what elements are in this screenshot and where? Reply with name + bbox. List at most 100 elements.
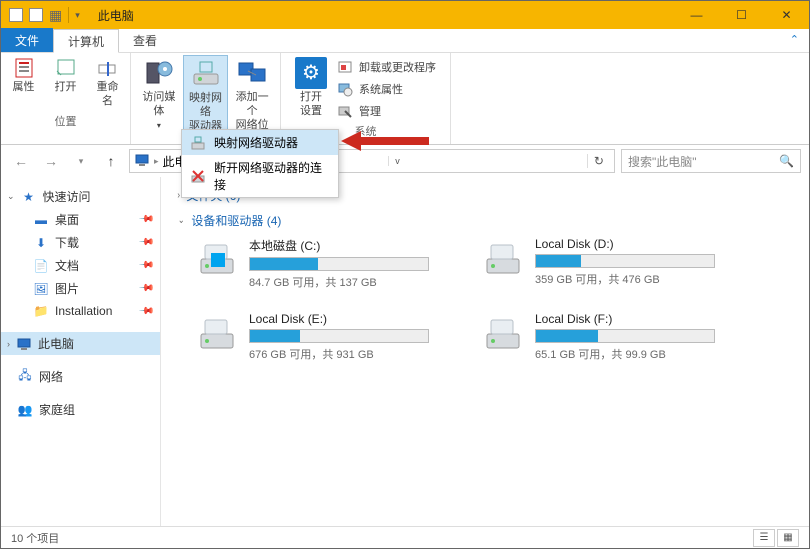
- sidebar-item-quickaccess[interactable]: ⌄ ★ 快速访问: [1, 185, 160, 208]
- qat-customize-chevron[interactable]: ▾: [75, 10, 80, 21]
- tab-computer[interactable]: 计算机: [53, 29, 119, 53]
- qat-props-icon[interactable]: [29, 8, 43, 22]
- drive-item[interactable]: Local Disk (E:) 676 GB 可用，共 931 GB: [197, 312, 457, 362]
- nav-forward-button[interactable]: →: [39, 149, 63, 173]
- documents-icon: 📄: [33, 258, 49, 274]
- search-icon: 🔍: [779, 154, 794, 168]
- chevron-down-icon: ⌄: [178, 215, 185, 226]
- star-icon: ★: [21, 189, 37, 205]
- navigation-pane: ⌄ ★ 快速访问 ▬ 桌面 📌 ⬇ 下载 📌 📄 文档 📌 🖼 图片 📌 📁 I…: [1, 177, 161, 528]
- section-drives[interactable]: ⌄ 设备和驱动器 (4): [177, 212, 793, 229]
- tab-file[interactable]: 文件: [1, 28, 53, 52]
- rename-icon: [97, 57, 119, 79]
- sidebar-item-pictures[interactable]: 🖼 图片 📌: [1, 277, 160, 300]
- drive-name: Local Disk (E:): [249, 312, 457, 326]
- refresh-icon[interactable]: ↻: [587, 154, 610, 168]
- view-details-button[interactable]: ☰: [753, 529, 775, 547]
- drive-sub: 65.1 GB 可用，共 99.9 GB: [535, 346, 743, 362]
- ribbon-sysprops-button[interactable]: 系统属性: [333, 79, 440, 99]
- dropdown-item-disconnect[interactable]: 断开网络驱动器的连接: [182, 155, 338, 197]
- drive-icon: [483, 312, 525, 354]
- drive-item[interactable]: Local Disk (D:)359 GB 可用，共 476 GB: [483, 237, 743, 290]
- sidebar-item-downloads[interactable]: ⬇ 下载 📌: [1, 231, 160, 254]
- ribbon-btn-label: 访问媒体: [141, 91, 177, 119]
- sidebar-label: 桌面: [55, 211, 79, 228]
- small-btn-label: 系统属性: [359, 81, 403, 97]
- search-box[interactable]: 搜索"此电脑" 🔍: [621, 149, 801, 173]
- ribbon-opensettings-button[interactable]: ⚙ 打开 设置: [291, 55, 331, 121]
- ribbon-btn-label: 打开: [55, 81, 77, 95]
- drive-item[interactable]: 本地磁盘 (C:)84.7 GB 可用，共 137 GB: [197, 237, 457, 290]
- ribbon-media-button[interactable]: 访问媒体 ▾: [137, 55, 181, 133]
- qat-icon[interactable]: [9, 8, 23, 22]
- mapdrive-dropdown: 映射网络驱动器 断开网络驱动器的连接: [181, 129, 339, 198]
- drive-icon: [197, 312, 239, 354]
- drive-icon: [197, 237, 239, 279]
- chevron-right-icon: ›: [177, 190, 180, 201]
- tab-view[interactable]: 查看: [119, 28, 171, 52]
- sidebar-item-homegroup[interactable]: 👥 家庭组: [1, 398, 160, 421]
- mapdrive-icon: [190, 58, 222, 90]
- ribbon-open-button[interactable]: 打开: [46, 55, 86, 97]
- drive-name: Local Disk (F:): [535, 312, 743, 326]
- pin-icon: 📌: [137, 280, 154, 297]
- ribbon-collapse-icon[interactable]: ⌃: [790, 33, 799, 46]
- desktop-icon: ▬: [33, 212, 49, 228]
- pictures-icon: 🖼: [33, 281, 49, 297]
- close-button[interactable]: ✕: [764, 1, 809, 29]
- sidebar-item-documents[interactable]: 📄 文档 📌: [1, 254, 160, 277]
- view-icons-button[interactable]: ▦: [777, 529, 799, 547]
- drive-capacity-bar: [535, 254, 715, 268]
- dropdown-item-map[interactable]: 映射网络驱动器: [182, 130, 338, 155]
- sysprops-icon: [337, 81, 353, 97]
- gear-icon: ⚙: [295, 57, 327, 89]
- ribbon-manage-button[interactable]: 管理: [333, 101, 440, 121]
- homegroup-icon: 👥: [17, 402, 33, 418]
- minimize-button[interactable]: —: [674, 1, 719, 29]
- content-area: ⌄ ★ 快速访问 ▬ 桌面 📌 ⬇ 下载 📌 📄 文档 📌 🖼 图片 📌 📁 I…: [1, 177, 809, 528]
- sidebar-item-desktop[interactable]: ▬ 桌面 📌: [1, 208, 160, 231]
- pin-icon: 📌: [137, 257, 154, 274]
- drive-sub: 84.7 GB 可用，共 137 GB: [249, 274, 457, 290]
- properties-icon: [13, 57, 35, 79]
- pin-icon: 📌: [137, 234, 154, 251]
- nav-recent-chevron[interactable]: ▾: [69, 149, 93, 173]
- nav-up-button[interactable]: ↑: [99, 149, 123, 173]
- sidebar-label: 图片: [55, 280, 79, 297]
- ribbon-group-location: 属性 打开 重命名 位置: [1, 53, 131, 144]
- drive-sub: 676 GB 可用，共 931 GB: [249, 346, 457, 362]
- drive-item[interactable]: Local Disk (F:) 65.1 GB 可用，共 99.9 GB: [483, 312, 743, 362]
- ribbon-btn-label: 属性: [13, 81, 35, 95]
- status-bar: 10 个项目 ☰ ▦: [1, 526, 809, 548]
- drive-icon: [483, 237, 525, 279]
- maximize-button[interactable]: ☐: [719, 1, 764, 29]
- ribbon-rename-button[interactable]: 重命名: [88, 55, 128, 111]
- ribbon-uninstall-button[interactable]: 卸载或更改程序: [333, 57, 440, 77]
- quick-access-toolbar: ▦ ▾: [1, 7, 88, 24]
- annotation-arrow: [341, 129, 431, 156]
- qat-newfolder-icon[interactable]: ▦: [49, 7, 62, 24]
- pin-icon: 📌: [137, 303, 154, 320]
- ribbon-properties-button[interactable]: 属性: [4, 55, 44, 97]
- ribbon-btn-label: 打开 设置: [300, 91, 322, 119]
- pin-icon: 📌: [137, 211, 154, 228]
- sidebar-label: 网络: [39, 368, 63, 385]
- sidebar-item-network[interactable]: 🖧 网络: [1, 365, 160, 388]
- sidebar-label: 下载: [55, 234, 79, 251]
- manage-icon: [337, 103, 353, 119]
- crumb-dropdown-icon[interactable]: v: [388, 156, 406, 166]
- search-placeholder: 搜索"此电脑": [628, 153, 697, 170]
- sidebar-item-installation[interactable]: 📁 Installation 📌: [1, 300, 160, 322]
- sidebar-item-thispc[interactable]: › 此电脑: [1, 332, 160, 355]
- dropdown-label: 断开网络驱动器的连接: [214, 159, 330, 193]
- addlocation-icon: [236, 57, 268, 89]
- section-label: 设备和驱动器 (4): [191, 212, 281, 229]
- drives-list: 本地磁盘 (C:)84.7 GB 可用，共 137 GB Local Disk (…: [197, 237, 793, 362]
- main-view: › 文件夹 (6) ⌄ 设备和驱动器 (4) 本地磁盘 (C:)84.7 GB …: [161, 177, 809, 528]
- sidebar-label: 文档: [55, 257, 79, 274]
- dropdown-label: 映射网络驱动器: [214, 134, 298, 151]
- sidebar-label: 此电脑: [38, 335, 74, 352]
- nav-back-button[interactable]: ←: [9, 149, 33, 173]
- drive-capacity-bar: [249, 257, 429, 271]
- drive-capacity-bar: [249, 329, 429, 343]
